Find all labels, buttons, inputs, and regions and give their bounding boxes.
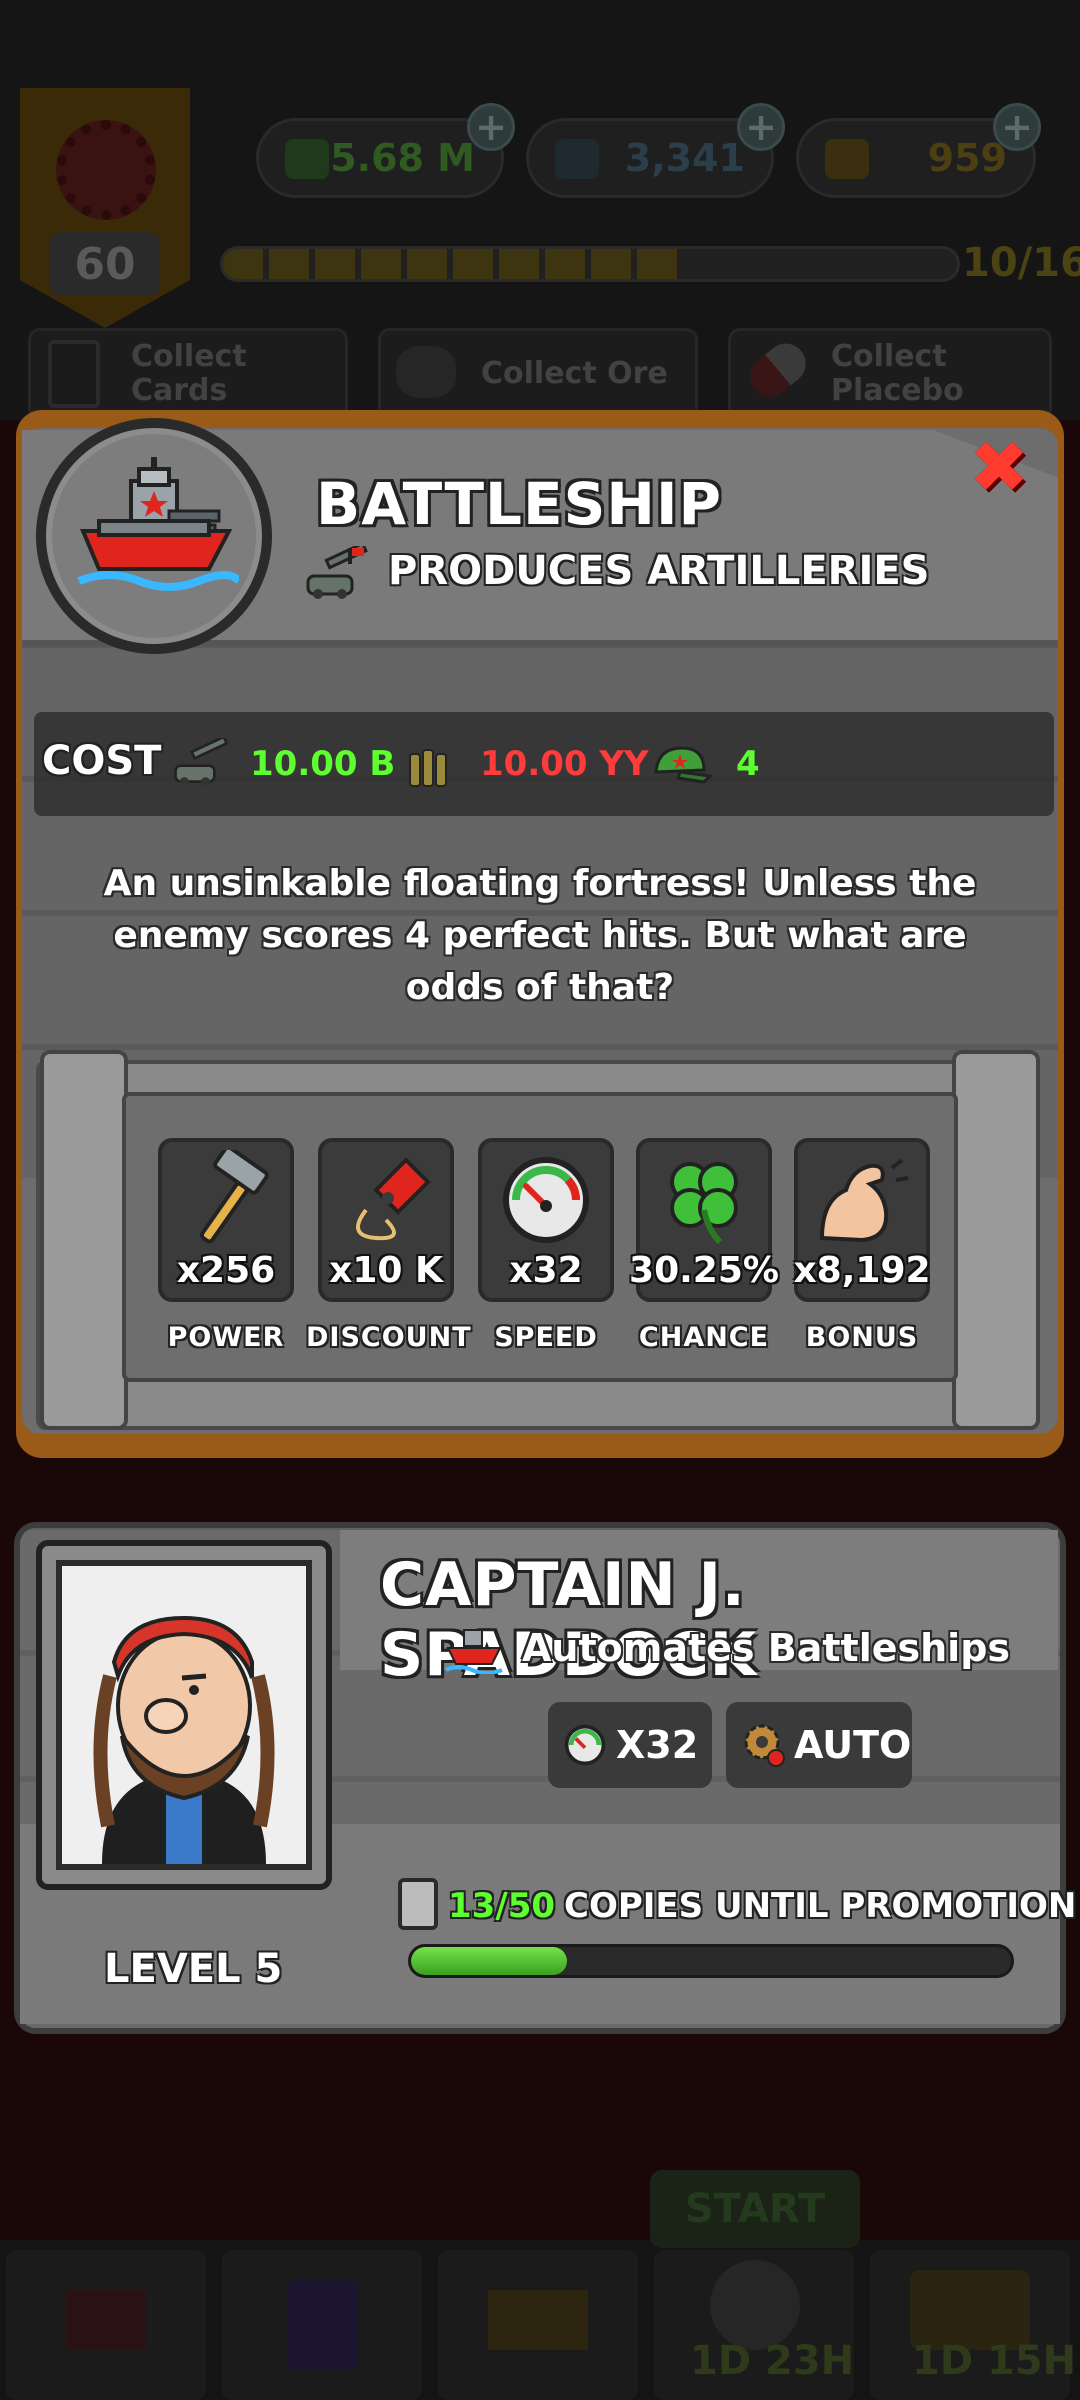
manager-auto-value: AUTO (794, 1723, 912, 1767)
left-post (40, 1050, 128, 1430)
building-description: An unsinkable floating fortress! Unless … (103, 863, 977, 1008)
clover-icon (670, 1162, 738, 1245)
manager-description: Automates Battleships (522, 1626, 1011, 1670)
cash-icon (285, 139, 329, 179)
boss-timer: 1D 23H (690, 2338, 855, 2384)
flag-icon (66, 2290, 146, 2350)
stat-bonus-label: BONUS (805, 1322, 919, 1353)
ticket-icon (488, 2290, 588, 2350)
building-title: BATTLESHIP (316, 470, 723, 538)
manager-level: LEVEL 5 (104, 1946, 283, 1992)
cost-cap-value: 4 (736, 744, 760, 784)
price-tag-icon (356, 1157, 431, 1241)
cash-counter[interactable]: 55.68 M + (256, 103, 515, 198)
artillery-icon (306, 546, 368, 599)
xp-progress-bar (220, 246, 960, 282)
xp-text: 10/16 (962, 240, 1080, 286)
stat-power-label: POWER (167, 1322, 285, 1353)
flask-icon (555, 139, 599, 179)
speedometer-icon (503, 1157, 589, 1243)
stat-speed-label: SPEED (494, 1322, 598, 1353)
nav-tickets-button[interactable] (438, 2250, 638, 2400)
copies-label: COPIES UNTIL PROMOTION (564, 1886, 1077, 1926)
close-button[interactable]: ✖ (962, 425, 1036, 509)
player-level: 60 (50, 232, 160, 296)
stat-speed-value: x32 (509, 1250, 583, 1291)
speed-chip-icon (564, 1724, 606, 1766)
card-icon (48, 340, 100, 408)
auto-gear-icon (744, 1724, 785, 1767)
ammo-icon (409, 749, 447, 787)
right-post (952, 1050, 1040, 1430)
stat-chance-label: CHANCE (638, 1322, 770, 1353)
card-copies-icon (398, 1878, 438, 1930)
gold-value: 959 (927, 136, 1007, 180)
skull-icon (710, 2260, 800, 2350)
manager-portrait[interactable] (56, 1560, 312, 1870)
cost-label: COST (42, 738, 162, 784)
building-icon-ring (36, 418, 272, 654)
artillery-cost-icon (174, 738, 229, 786)
close-icon: ✖ (968, 425, 1030, 509)
stat-chance-value: 30.25% (629, 1250, 779, 1291)
manager-speed-value: X32 (616, 1723, 699, 1767)
copies-count: 13/50 (448, 1886, 556, 1926)
gold-counter[interactable]: 959 + (796, 103, 1041, 198)
nav-cards-button[interactable] (222, 2250, 422, 2400)
gear-icon (56, 120, 156, 220)
army-cap-icon (654, 746, 712, 784)
battleship-icon (77, 457, 239, 591)
cost-artillery-value: 10.00 B (250, 744, 396, 784)
battleship-small-icon (445, 1629, 503, 1674)
stat-bonus-value: x8,192 (793, 1250, 931, 1291)
add-cash-icon[interactable]: + (467, 103, 515, 151)
building-subtitle: PRODUCES ARTILLERIES (388, 548, 930, 594)
bicep-icon (819, 1158, 909, 1243)
chest-timer: 1D 15H (912, 2338, 1077, 2384)
start-button[interactable]: START (650, 2170, 860, 2248)
promotion-progress-bar (408, 1944, 1014, 1978)
add-gold-icon[interactable]: + (993, 103, 1041, 151)
cards-icon (288, 2280, 358, 2370)
cash-value: 55.68 M (303, 136, 475, 180)
nav-flag-button[interactable] (6, 2250, 206, 2400)
captain-avatar-icon (62, 1566, 306, 1864)
stat-power-value: x256 (176, 1250, 276, 1291)
science-counter[interactable]: 3,341 + (526, 103, 785, 198)
hammer-icon (200, 1150, 269, 1244)
science-value: 3,341 (624, 136, 745, 180)
ore-icon (396, 346, 456, 398)
add-science-icon[interactable]: + (737, 103, 785, 151)
cost-ammo-value: 10.00 YY (480, 744, 649, 784)
stat-discount-value: x10 K (329, 1250, 443, 1291)
gold-bar-icon (825, 139, 869, 179)
stat-discount-label: DISCOUNT (306, 1322, 472, 1353)
